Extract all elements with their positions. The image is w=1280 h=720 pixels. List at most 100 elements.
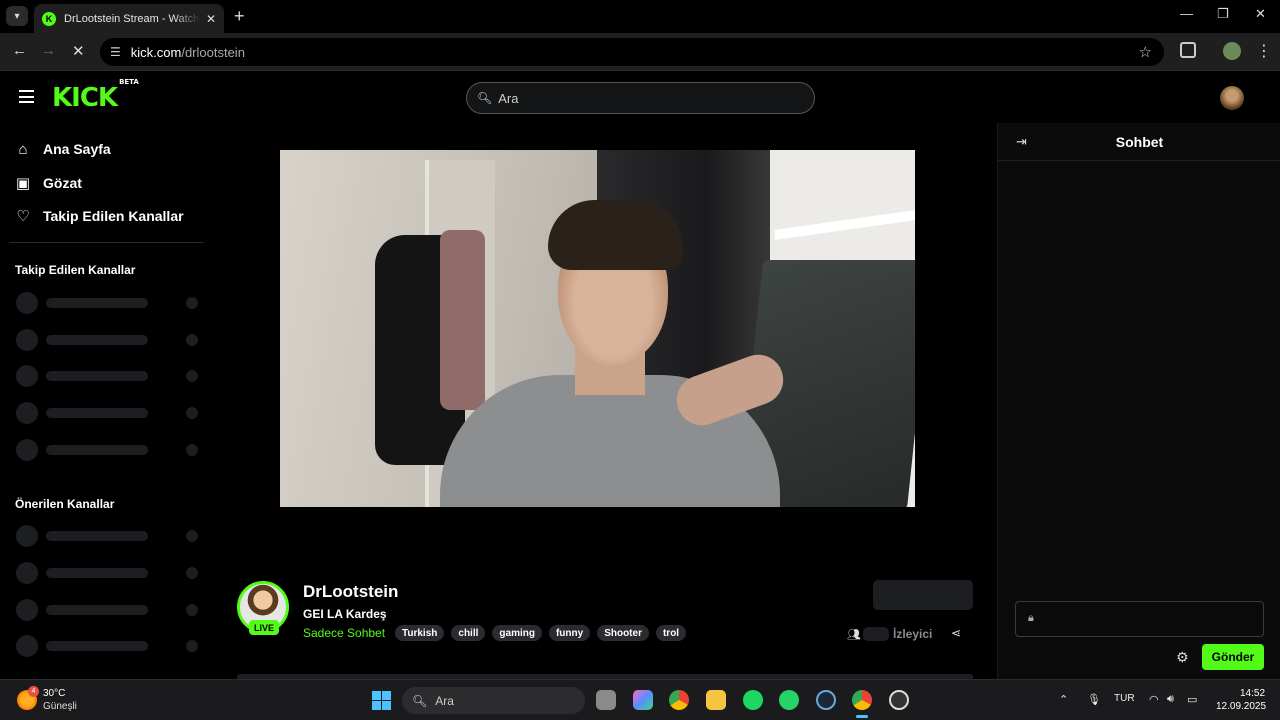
browser-profile-icon[interactable] <box>1223 42 1241 60</box>
hamburger-menu-icon[interactable] <box>19 90 34 103</box>
channel-skeleton <box>16 329 202 351</box>
chat-title: Sohbet <box>1115 134 1164 150</box>
video-player[interactable] <box>213 123 997 563</box>
wifi-icon[interactable]: ◠ <box>1149 693 1159 706</box>
channel-skeleton <box>16 635 202 657</box>
viewers-label: İzleyici <box>893 627 933 641</box>
live-badge: LIVE <box>249 620 279 635</box>
stream-category-link[interactable]: Sadece Sohbet <box>303 626 385 640</box>
stream-video[interactable] <box>280 150 915 507</box>
sidebar-divider <box>9 242 204 243</box>
file-explorer-icon[interactable] <box>706 690 726 710</box>
tag[interactable]: trol <box>655 625 687 641</box>
channel-skeleton <box>16 292 202 314</box>
extensions-icon[interactable] <box>1180 42 1196 58</box>
browser-toolbar: ← → ✕ ☰ kick.com/drlootstein ☆ ⋮ <box>0 33 1280 71</box>
sidebar: ⌂ Ana Sayfa ▣ Gözat ♡ Takip Edilen Kanal… <box>0 123 213 679</box>
tag[interactable]: Shooter <box>597 625 649 641</box>
stream-tags: Turkish chill gaming funny Shooter trol <box>395 625 687 641</box>
sidebar-item-home[interactable]: ⌂ Ana Sayfa <box>15 137 111 161</box>
chat-message-input[interactable]: 🔒︎ <box>1015 601 1264 637</box>
clock-time[interactable]: 14:52 <box>1240 688 1265 699</box>
streamer-name[interactable]: DrLootstein <box>303 582 398 602</box>
address-bar[interactable]: ☰ kick.com/drlootstein ☆ <box>100 38 1164 66</box>
tab-search-icon[interactable]: ▾ <box>6 6 28 26</box>
steam-icon[interactable] <box>816 690 836 710</box>
app-icon[interactable] <box>889 690 909 710</box>
tab-title: DrLootstein Stream - Watch Live on Kick <box>64 12 200 25</box>
search-icon: 🔍︎ <box>477 91 493 105</box>
lock-icon: 🔒︎ <box>1028 612 1034 624</box>
sidebar-item-following[interactable]: ♡ Takip Edilen Kanallar <box>15 204 184 228</box>
kick-logo[interactable]: KICKBETA <box>52 78 139 113</box>
channel-skeleton <box>16 525 202 547</box>
tag[interactable]: Turkish <box>395 625 445 641</box>
copilot-icon[interactable] <box>633 690 653 710</box>
channel-skeleton <box>16 562 202 584</box>
battery-icon[interactable]: ▭ <box>1187 693 1197 706</box>
sidebar-item-label: Takip Edilen Kanallar <box>43 208 184 224</box>
tag[interactable]: chill <box>451 625 486 641</box>
back-icon[interactable]: ← <box>12 42 27 59</box>
browser-tab[interactable]: K DrLootstein Stream - Watch Live on Kic… <box>34 4 224 33</box>
channel-skeleton <box>16 599 202 621</box>
url-path: /drlootstein <box>181 44 245 60</box>
show-hidden-icons-icon[interactable]: ⌃ <box>1059 693 1068 706</box>
stream-title: GEI LA Kardeş <box>303 607 387 621</box>
follow-button-skeleton <box>873 580 973 610</box>
taskbar-search-label: Ara <box>435 693 454 708</box>
browser-menu-icon[interactable]: ⋮ <box>1256 41 1272 61</box>
viewers-icon: 👥︎ <box>847 629 861 641</box>
user-avatar[interactable] <box>1220 86 1244 110</box>
volume-icon[interactable]: 🔊︎ <box>1167 693 1174 706</box>
sidebar-item-label: Gözat <box>43 175 82 191</box>
viewer-count-skeleton <box>863 627 889 641</box>
whatsapp-icon[interactable] <box>779 690 799 710</box>
minimize-icon[interactable]: — <box>1180 6 1193 21</box>
tab-close-icon[interactable]: ✕ <box>206 12 216 26</box>
input-language[interactable]: TUR <box>1114 693 1135 704</box>
chat-settings-icon[interactable]: ⚙ <box>1176 649 1189 666</box>
kick-favicon-icon: K <box>42 11 56 26</box>
share-icon[interactable]: ⋖ <box>951 626 961 640</box>
channel-skeleton <box>16 365 202 387</box>
tag[interactable]: gaming <box>492 625 542 641</box>
stop-loading-icon[interactable]: ✕ <box>72 42 85 60</box>
microphone-icon[interactable]: 🎙︎ <box>1087 693 1101 706</box>
close-window-icon[interactable]: ✕ <box>1255 6 1266 22</box>
new-tab-icon[interactable]: + <box>234 6 245 27</box>
channel-skeleton <box>16 439 202 461</box>
sidebar-item-browse[interactable]: ▣ Gözat <box>15 171 82 195</box>
forward-icon[interactable]: → <box>41 42 56 59</box>
followed-channels-heading: Takip Edilen Kanallar <box>15 263 136 277</box>
chat-panel: ⇥ Sohbet 🔒︎ ⚙ Gönder <box>997 123 1280 679</box>
chrome-icon[interactable] <box>669 690 689 710</box>
channel-skeleton <box>16 402 202 424</box>
chrome-active-icon[interactable] <box>852 690 872 718</box>
send-button[interactable]: Gönder <box>1202 644 1264 670</box>
restore-icon[interactable]: ❐ <box>1217 6 1229 22</box>
chat-header: ⇥ Sohbet <box>998 123 1280 161</box>
task-view-icon[interactable] <box>596 690 616 710</box>
site-info-icon[interactable]: ☰ <box>110 45 121 59</box>
sidebar-item-label: Ana Sayfa <box>43 141 111 157</box>
browser-tab-strip: ▾ K DrLootstein Stream - Watch Live on K… <box>0 0 1280 33</box>
windows-taskbar: 4 30°C Güneşli 🔍︎ Ara ⌃ 🎙︎ TUR ◠ 🔊︎ ▭ 14… <box>0 679 1280 720</box>
clock-date[interactable]: 12.09.2025 <box>1216 701 1266 712</box>
search-input[interactable] <box>498 90 799 106</box>
weather-badge: 4 <box>28 686 39 697</box>
home-icon: ⌂ <box>18 140 28 158</box>
site-header: KICKBETA 🔍︎ <box>0 71 1280 123</box>
temperature: 30°C <box>43 688 66 699</box>
windows-start-icon[interactable] <box>372 691 391 710</box>
heart-icon: ♡ <box>16 208 30 225</box>
weather-description: Güneşli <box>43 701 77 712</box>
spotify-icon[interactable] <box>743 690 763 710</box>
search-icon: 🔍︎ <box>412 693 428 708</box>
taskbar-search[interactable]: 🔍︎ Ara <box>402 687 585 714</box>
bookmark-star-icon[interactable]: ☆ <box>1139 43 1152 61</box>
stream-info: LIVE DrLootstein GEI LA Kardeş Sadece So… <box>213 563 997 679</box>
site-search[interactable]: 🔍︎ <box>466 82 815 114</box>
tag[interactable]: funny <box>548 625 591 641</box>
url-host: kick.com <box>130 44 182 60</box>
